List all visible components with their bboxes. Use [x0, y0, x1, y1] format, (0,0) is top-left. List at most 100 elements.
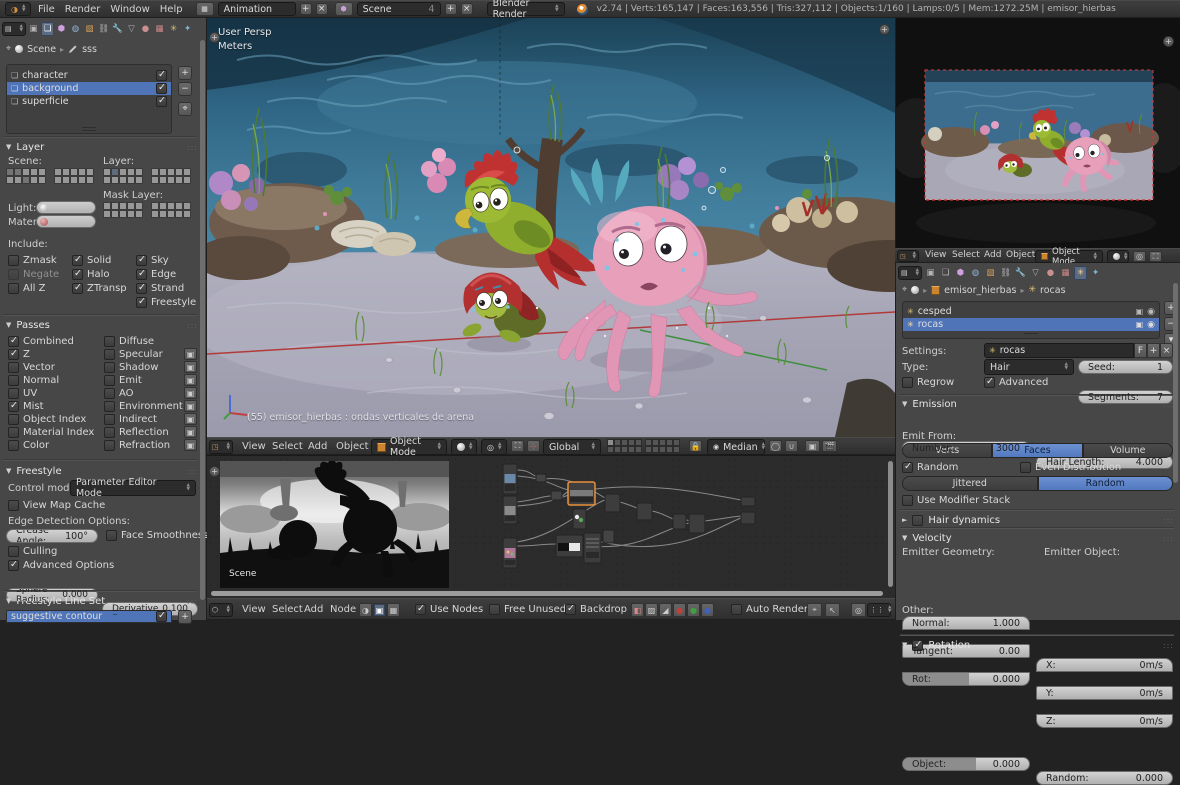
face-smoothness-checkbox[interactable]: [106, 530, 117, 541]
backdrop-alpha-icon[interactable]: ▨: [645, 603, 658, 617]
node-menu-view[interactable]: View: [239, 604, 269, 615]
scene-selector[interactable]: Scene 4: [357, 2, 441, 16]
pass-material-index-checkbox[interactable]: [8, 427, 19, 438]
channel-green-toggle[interactable]: ●: [687, 603, 700, 617]
pass-color-checkbox[interactable]: [8, 440, 19, 451]
random-dist-button[interactable]: Random: [1038, 476, 1174, 491]
auto-render-checkbox[interactable]: [731, 604, 742, 615]
cam-menu-view[interactable]: View: [922, 250, 949, 260]
list-resize-grip[interactable]: [82, 127, 96, 131]
tab-modifiers[interactable]: 🔧: [1014, 266, 1027, 280]
proportional-edit-toggle[interactable]: ◯: [769, 440, 782, 452]
pass-indirect-checkbox[interactable]: [104, 414, 115, 425]
viewport-menu-view[interactable]: View: [239, 441, 269, 452]
manipulator-toggle[interactable]: ⛶: [511, 440, 524, 452]
interaction-mode-selector[interactable]: Object Mode: [371, 439, 447, 455]
pass-environment-checkbox[interactable]: [104, 401, 115, 412]
cam-menu-add[interactable]: Add: [981, 250, 1004, 260]
pass-reflection-checkbox[interactable]: [104, 427, 115, 438]
pivot-point-selector[interactable]: ◎: [481, 439, 507, 455]
tab-world[interactable]: ◍: [969, 266, 982, 280]
blender-app-menu[interactable]: ◑: [5, 2, 31, 16]
toolshelf-toggle[interactable]: +: [209, 32, 220, 43]
visibility-eye-icon[interactable]: ◉: [1147, 320, 1155, 330]
light-override-field[interactable]: [36, 201, 96, 214]
go-to-parent-button[interactable]: ↖: [825, 603, 840, 617]
crease-angle-slider[interactable]: Crease Angle:100°: [6, 529, 98, 543]
pin-icon[interactable]: ⌖: [6, 44, 11, 54]
passes-section-header[interactable]: Passes: [6, 318, 198, 332]
left-panel-scrollbar[interactable]: [200, 40, 205, 600]
tab-texture[interactable]: ▦: [153, 22, 166, 36]
render-engine-selector[interactable]: Blender Render: [487, 2, 565, 16]
pass-refraction-checkbox[interactable]: [104, 440, 115, 451]
solid-checkbox[interactable]: [72, 255, 83, 266]
pass-exclude-button[interactable]: ▣: [184, 400, 197, 412]
culling-checkbox[interactable]: [8, 546, 19, 557]
layer-enable-checkbox[interactable]: [156, 70, 167, 81]
render-opengl-anim-button[interactable]: 🎬: [822, 440, 837, 452]
menu-file[interactable]: File: [35, 4, 58, 15]
pass-uv-checkbox[interactable]: [8, 388, 19, 399]
pass-exclude-button[interactable]: ▣: [184, 426, 197, 438]
kr-derivative-slider[interactable]: Kr Derivative E:0.100: [102, 602, 198, 616]
mask-layer-grid-a[interactable]: [103, 202, 143, 218]
tab-data[interactable]: ▽: [1029, 266, 1042, 280]
node-menu-node[interactable]: Node: [327, 604, 359, 615]
screen-layout-selector[interactable]: Animation: [218, 2, 296, 16]
tab-physics[interactable]: ✦: [181, 22, 194, 36]
velocity-rot-slider[interactable]: Rot:0.000: [902, 672, 1030, 686]
node-editor-vscrollbar[interactable]: [888, 461, 893, 587]
camera-editor-type[interactable]: ◳: [897, 250, 919, 262]
backdrop-gradient-icon[interactable]: ◧: [631, 603, 644, 617]
pin-node-tree-button[interactable]: ⌖: [807, 603, 822, 617]
layer-section-header[interactable]: Layer: [6, 140, 198, 154]
delete-scene-button[interactable]: ×: [461, 3, 473, 15]
snap-magnet-toggle[interactable]: ∪: [785, 440, 798, 452]
hair-dynamics-checkbox[interactable]: [912, 515, 923, 526]
list-resize-grip[interactable]: [1024, 333, 1038, 336]
right-panel-scrollbar[interactable]: [1173, 283, 1178, 483]
edge-checkbox[interactable]: [136, 269, 147, 280]
tab-render-layers[interactable]: ❏: [939, 266, 952, 280]
render-layer-row[interactable]: ❏ superficie: [7, 95, 171, 108]
jittered-button[interactable]: Jittered: [902, 476, 1038, 491]
breadcrumb-object[interactable]: emisor_hierbas: [944, 285, 1016, 296]
add-scene-button[interactable]: +: [445, 3, 457, 15]
all-z-checkbox[interactable]: [8, 283, 19, 294]
cam-shading-selector[interactable]: [1107, 250, 1129, 263]
pass-shadow-checkbox[interactable]: [104, 362, 115, 373]
scene-layer-grid-a[interactable]: [6, 168, 46, 184]
compositing-node-graph[interactable]: [207, 456, 895, 598]
viewport-shading-selector[interactable]: [451, 439, 477, 455]
node-properties-toggle[interactable]: +: [209, 466, 220, 477]
node-editor-type[interactable]: ⬡: [209, 603, 233, 617]
screen-layout-icon-button[interactable]: ▦: [196, 2, 214, 16]
particle-system-row[interactable]: ✳ cesped ▣ ◉: [903, 305, 1159, 318]
pass-object-index-checkbox[interactable]: [8, 414, 19, 425]
delete-layout-button[interactable]: ×: [316, 3, 328, 15]
shader-nodes-toggle[interactable]: ◑: [359, 603, 372, 617]
compositing-nodes-toggle[interactable]: ▣: [373, 603, 386, 617]
regrow-checkbox[interactable]: [902, 377, 913, 388]
breadcrumb-scene[interactable]: Scene: [27, 44, 56, 55]
velocity-y-field[interactable]: Y:0m/s: [1036, 686, 1173, 700]
tab-object[interactable]: ▧: [984, 266, 997, 280]
pass-vector-checkbox[interactable]: [8, 362, 19, 373]
viewport-menu-select[interactable]: Select: [269, 441, 306, 452]
pass-exclude-button[interactable]: ▣: [184, 348, 197, 360]
node-menu-add[interactable]: Add: [301, 604, 326, 615]
emission-random-checkbox[interactable]: [902, 462, 913, 473]
tab-render[interactable]: ▣: [924, 266, 937, 280]
tab-object[interactable]: ▧: [83, 22, 96, 36]
pass-diffuse-checkbox[interactable]: [104, 336, 115, 347]
sky-checkbox[interactable]: [136, 255, 147, 266]
pass-emit-checkbox[interactable]: [104, 375, 115, 386]
pass-mist-checkbox[interactable]: [8, 401, 19, 412]
cam-mode-selector[interactable]: Object Mode: [1035, 250, 1103, 263]
visibility-eye-icon[interactable]: ◉: [1147, 307, 1155, 317]
tab-particles[interactable]: ✳: [167, 22, 180, 36]
new-settings-button[interactable]: +: [1147, 343, 1160, 358]
pin-layer-button[interactable]: ⌖: [178, 102, 192, 116]
tab-scene[interactable]: ⬢: [55, 22, 68, 36]
